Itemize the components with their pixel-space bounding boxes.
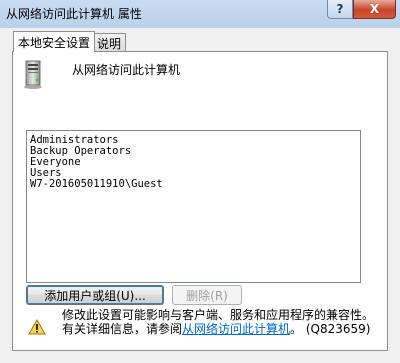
policy-name: 从网络访问此计算机 — [72, 63, 181, 77]
close-button[interactable]: X — [353, 0, 396, 19]
warning-icon — [28, 319, 46, 335]
computer-icon — [24, 60, 42, 89]
accounts-listbox[interactable]: Administrators Backup Operators Everyone… — [26, 130, 361, 283]
tab-local-security-setting[interactable]: 本地安全设置 — [13, 31, 96, 52]
remove-button[interactable]: 删除(R) — [172, 285, 242, 305]
add-user-or-group-button[interactable]: 添加用户或组(U)... — [26, 285, 164, 305]
window-title: 从网络访问此计算机 属性 — [6, 7, 142, 21]
title-buttons: ? X — [327, 0, 396, 20]
compatibility-warning: 修改此设置可能影响与客户端、服务和应用程序的兼容性。 有关详细信息，请参阅从网络… — [62, 308, 374, 336]
list-item[interactable]: W7-201605011910\Guest — [30, 179, 357, 190]
warning-line-1: 修改此设置可能影响与客户端、服务和应用程序的兼容性。 — [62, 308, 375, 322]
list-item[interactable]: Everyone — [30, 157, 357, 168]
title-bar[interactable]: 从网络访问此计算机 属性 ? X — [0, 0, 400, 28]
help-button[interactable]: ? — [327, 0, 353, 19]
warning-line-2: 有关详细信息，请参阅从网络访问此计算机。 (Q823659) — [62, 322, 371, 336]
tab-explain[interactable]: 说明 — [92, 33, 127, 51]
policy-help-link[interactable]: 从网络访问此计算机 — [182, 322, 290, 336]
properties-window: 从网络访问此计算机 属性 ? X 本地安全设置 说明 从网络访问此计算机 Adm… — [0, 0, 400, 363]
